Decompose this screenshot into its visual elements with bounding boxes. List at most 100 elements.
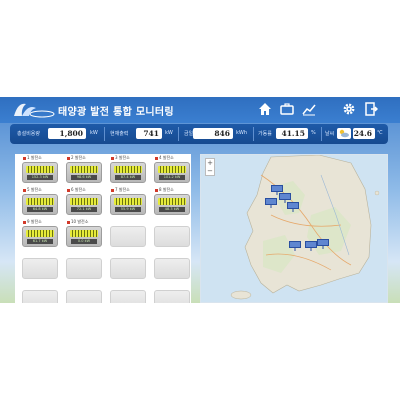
site-name: 9 발전소	[23, 219, 42, 225]
stat-unit-rate: %	[311, 130, 316, 136]
site-readout: 152.3 kW	[27, 175, 53, 180]
site-name: 6 발전소	[67, 187, 86, 193]
stat-label-output: 현재출력	[110, 131, 129, 137]
site-grid: 1 발전소 152.3 kW 2 발전소 98.6 kW 3 발전소 87.4 …	[15, 154, 191, 303]
empty-slot	[110, 284, 146, 303]
stat-value-capacity: 1,800	[48, 128, 86, 139]
site-marker-icon[interactable]	[317, 239, 329, 249]
inverter-icon: 64.8 kW	[22, 194, 58, 215]
inverter-icon: 61.7 kW	[22, 226, 58, 247]
stat-unit-capacity: kW	[90, 130, 98, 136]
inverter-icon: 87.4 kW	[110, 162, 146, 183]
site-name: 2 발전소	[67, 155, 86, 161]
logo	[14, 103, 55, 118]
site-readout: 61.7 kW	[27, 239, 53, 244]
solar-panel-display	[158, 198, 186, 205]
zoom-in-button[interactable]: +	[206, 159, 214, 167]
site-card[interactable]: 3 발전소 87.4 kW	[110, 155, 146, 184]
site-card[interactable]: 7 발전소 55.9 kW	[110, 187, 146, 216]
inverter-icon: 48.3 kW	[154, 194, 190, 215]
stat-divider	[321, 127, 322, 141]
cloud-sun-icon	[337, 128, 351, 139]
inverter-icon: 98.6 kW	[66, 162, 102, 183]
site-card[interactable]: 5 발전소 64.8 kW	[22, 187, 58, 216]
zoom-out-button[interactable]: −	[206, 167, 214, 175]
empty-slot	[22, 284, 58, 303]
site-card[interactable]: 1 발전소 152.3 kW	[22, 155, 58, 184]
empty-slot	[66, 284, 102, 303]
inverter-icon: 72.1 kW	[66, 194, 102, 215]
site-marker-icon[interactable]	[265, 198, 277, 208]
site-readout: 0.0 kW	[71, 239, 97, 244]
briefcase-icon[interactable]	[280, 102, 294, 116]
inverter-icon: 101.2 kW	[154, 162, 190, 183]
site-marker-icon[interactable]	[289, 241, 301, 251]
solar-panel-display	[114, 166, 142, 173]
stat-value-output: 741	[136, 128, 162, 139]
site-name: 1 발전소	[23, 155, 42, 161]
stat-divider	[178, 127, 179, 141]
empty-slot-placeholder	[110, 290, 146, 303]
gear-icon[interactable]	[342, 102, 356, 116]
empty-slot-placeholder	[22, 258, 58, 279]
map-zoom-control: + −	[205, 158, 215, 176]
stat-value-weather: 24.6	[353, 128, 375, 139]
solar-panel-display	[70, 230, 98, 237]
solar-panel-display	[26, 198, 54, 205]
logout-icon[interactable]	[364, 102, 378, 116]
empty-slot	[110, 252, 146, 280]
stat-divider	[104, 127, 105, 141]
empty-slot-placeholder	[154, 258, 190, 279]
summary-bar: 총설비용량 1,800 kW 현재출력 741 kW 금일발전량 846 kWh…	[10, 124, 388, 144]
empty-slot-placeholder	[22, 290, 58, 303]
app-header: 태양광 발전 통합 모니터링	[0, 97, 400, 123]
site-marker-icon[interactable]	[305, 241, 317, 251]
site-name: 8 발전소	[155, 187, 174, 193]
site-name: 7 발전소	[111, 187, 130, 193]
map-view[interactable]: + −	[200, 154, 388, 303]
site-card[interactable]: 9 발전소 61.7 kW	[22, 219, 58, 248]
empty-slot	[154, 284, 190, 303]
site-readout: 64.8 kW	[27, 207, 53, 212]
empty-slot	[154, 220, 190, 248]
site-name: 3 발전소	[111, 155, 130, 161]
site-card[interactable]: 2 발전소 98.6 kW	[66, 155, 102, 184]
stat-label-capacity: 총설비용량	[17, 131, 41, 137]
site-card[interactable]: 10 발전소 0.0 kW	[66, 219, 102, 248]
site-readout: 72.1 kW	[71, 207, 97, 212]
site-readout: 101.2 kW	[159, 175, 185, 180]
site-readout: 87.4 kW	[115, 175, 141, 180]
empty-slot-placeholder	[66, 290, 102, 303]
stat-label-rate: 가동률	[258, 131, 272, 137]
korea-map	[201, 155, 387, 302]
chart-icon[interactable]	[302, 102, 316, 116]
empty-slot	[110, 220, 146, 248]
app-title: 태양광 발전 통합 모니터링	[58, 107, 174, 118]
site-name: 5 발전소	[23, 187, 42, 193]
empty-slot	[66, 252, 102, 280]
solar-panel-display	[26, 166, 54, 173]
empty-slot-placeholder	[154, 290, 190, 303]
stat-unit-weather: ℃	[377, 130, 383, 136]
site-card[interactable]: 4 발전소 101.2 kW	[154, 155, 190, 184]
inverter-icon: 152.3 kW	[22, 162, 58, 183]
site-readout: 55.9 kW	[115, 207, 141, 212]
site-card[interactable]: 8 발전소 48.3 kW	[154, 187, 190, 216]
home-icon[interactable]	[258, 102, 272, 116]
empty-slot-placeholder	[66, 258, 102, 279]
solar-panel-display	[70, 198, 98, 205]
solar-panel-display	[26, 230, 54, 237]
empty-slot	[22, 252, 58, 280]
site-name: 4 발전소	[155, 155, 174, 161]
empty-slot-placeholder	[110, 226, 146, 247]
site-card[interactable]: 6 발전소 72.1 kW	[66, 187, 102, 216]
site-marker-icon[interactable]	[287, 202, 299, 212]
stat-value-today: 846	[193, 128, 233, 139]
solar-panel-display	[114, 198, 142, 205]
inverter-icon: 0.0 kW	[66, 226, 102, 247]
stat-label-weather: 날씨	[325, 131, 335, 137]
solar-panel-display	[158, 166, 186, 173]
empty-slot-placeholder	[154, 226, 190, 247]
stat-unit-today: kWh	[236, 130, 248, 136]
inverter-icon: 55.9 kW	[110, 194, 146, 215]
